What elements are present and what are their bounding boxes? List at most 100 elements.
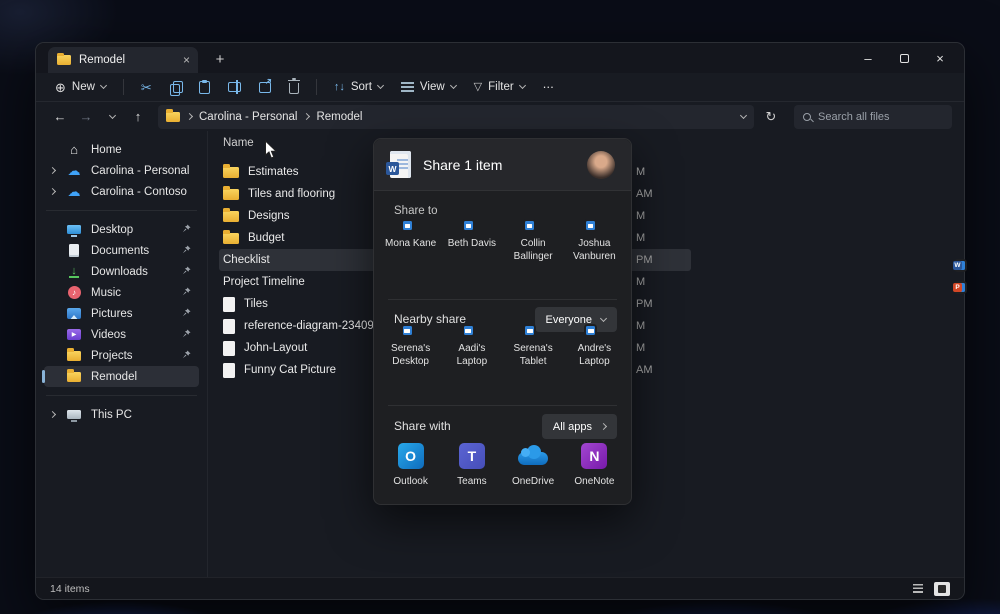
sidebar-item-desktop[interactable]: Desktop — [44, 219, 199, 240]
share-icon — [259, 82, 271, 93]
folder-icon — [223, 233, 239, 244]
share-dialog-header: W Share 1 item — [374, 139, 631, 191]
device-serenas-desktop[interactable]: Serena's Desktop — [380, 336, 441, 368]
view-button-label: View — [420, 81, 445, 93]
filter-button[interactable]: ▽ Filter — [467, 77, 532, 97]
large-icons-view-button[interactable] — [934, 582, 950, 596]
copy-button[interactable] — [163, 77, 188, 98]
sidebar-item-remodel[interactable]: Remodel — [44, 366, 199, 387]
minimize-button[interactable]: – — [850, 43, 886, 73]
documents-icon — [66, 244, 82, 258]
person-joshua-vanburen[interactable]: Joshua Vanburen — [564, 231, 625, 263]
share-to-people: Mona Kane Beth Davis Collin Ballinger Jo… — [380, 231, 625, 263]
sidebar-item-carolina-contoso[interactable]: ☁ Carolina - Contoso — [44, 181, 199, 202]
nearby-share-dropdown[interactable]: Everyone — [535, 307, 617, 332]
pin-icon — [182, 308, 191, 317]
sidebar-item-label: This PC — [91, 409, 132, 421]
folder-icon — [223, 167, 239, 178]
sort-button[interactable]: ↑↓ Sort — [327, 77, 390, 97]
person-collin-ballinger[interactable]: Collin Ballinger — [503, 231, 564, 263]
date-modified-partial: PM — [636, 298, 653, 310]
teams-icon: T — [459, 443, 485, 469]
address-dropdown-icon[interactable] — [740, 111, 747, 118]
music-icon: ♪ — [66, 286, 82, 300]
sidebar-item-downloads[interactable]: ↓ Downloads — [44, 261, 199, 282]
device-serenas-tablet[interactable]: Serena's Tablet — [503, 336, 564, 368]
expand-chevron-icon[interactable] — [49, 188, 56, 195]
maximize-button[interactable] — [886, 43, 922, 73]
pin-icon — [182, 350, 191, 359]
home-icon: ⌂ — [66, 143, 82, 157]
close-button[interactable]: × — [922, 43, 958, 73]
device-andres-laptop[interactable]: Andre's Laptop — [564, 336, 625, 368]
app-teams[interactable]: T Teams — [441, 443, 502, 487]
rename-button[interactable] — [221, 78, 248, 96]
app-name: OneNote — [574, 476, 614, 487]
sort-button-label: Sort — [351, 81, 372, 93]
sidebar-item-home[interactable]: ⌂ Home — [44, 139, 199, 160]
app-onedrive[interactable]: OneDrive — [503, 443, 564, 487]
maximize-icon — [900, 54, 909, 63]
search-box[interactable] — [794, 105, 952, 129]
breadcrumb-root[interactable]: Carolina - Personal — [199, 111, 297, 123]
address-bar[interactable]: Carolina - Personal Remodel — [158, 105, 754, 129]
sidebar-item-this-pc[interactable]: This PC — [44, 404, 199, 425]
date-modified-partial: PM — [636, 254, 653, 266]
file-name: Funny Cat Picture — [244, 364, 336, 376]
sidebar-item-documents[interactable]: Documents — [44, 240, 199, 261]
file-name: Estimates — [248, 166, 299, 178]
expand-chevron-icon[interactable] — [49, 411, 56, 418]
sidebar-item-music[interactable]: ♪ Music — [44, 282, 199, 303]
chevron-right-icon — [186, 113, 193, 120]
device-name: Andre's Laptop — [565, 342, 623, 368]
more-options-button[interactable]: ⋯ — [536, 76, 562, 98]
tab-close-icon[interactable]: × — [183, 53, 190, 67]
view-button[interactable]: View — [394, 77, 463, 97]
all-apps-button[interactable]: All apps — [542, 414, 617, 439]
up-button[interactable]: ↑ — [126, 105, 150, 129]
folder-icon — [66, 349, 82, 363]
share-button[interactable] — [252, 78, 278, 97]
column-header-name[interactable]: Name — [223, 137, 254, 149]
paste-button[interactable] — [192, 77, 217, 98]
presence-badge-icon — [401, 219, 414, 232]
recent-locations-button[interactable] — [100, 105, 124, 129]
breadcrumb-current[interactable]: Remodel — [316, 111, 362, 123]
person-beth-davis[interactable]: Beth Davis — [441, 231, 502, 263]
person-mona-kane[interactable]: Mona Kane — [380, 231, 441, 263]
sidebar-item-videos[interactable]: ▶ Videos — [44, 324, 199, 345]
mouse-cursor — [264, 140, 278, 160]
delete-button[interactable] — [282, 76, 306, 98]
search-input[interactable] — [818, 111, 943, 123]
current-user-avatar[interactable] — [587, 151, 615, 179]
pin-icon — [182, 266, 191, 275]
sidebar-item-projects[interactable]: Projects — [44, 345, 199, 366]
device-aadis-laptop[interactable]: Aadi's Laptop — [441, 336, 502, 368]
device-name: Aadi's Laptop — [443, 342, 501, 368]
file-icon — [223, 297, 235, 312]
app-onenote[interactable]: N OneNote — [564, 443, 625, 487]
tab-remodel[interactable]: Remodel × — [48, 47, 198, 73]
item-count: 14 items — [50, 583, 90, 595]
new-tab-button[interactable]: + — [208, 47, 232, 71]
sidebar-item-carolina-personal[interactable]: ☁ Carolina - Personal — [44, 160, 199, 181]
back-button[interactable]: ← — [48, 105, 72, 129]
cut-button[interactable]: ✂ — [134, 77, 159, 98]
sidebar-item-label: Projects — [91, 350, 133, 362]
sidebar-item-label: Carolina - Personal — [91, 165, 189, 177]
desktop-wallpaper: Remodel × + – × ⊕ New ✂ — [0, 0, 1000, 614]
device-name: Serena's Tablet — [504, 342, 562, 368]
sidebar-item-label: Home — [91, 144, 122, 156]
navigation-pane: ⌂ Home ☁ Carolina - Personal ☁ Carolina … — [36, 131, 208, 577]
sidebar-item-pictures[interactable]: Pictures — [44, 303, 199, 324]
refresh-button[interactable]: ↻ — [758, 105, 784, 129]
folder-icon — [66, 370, 82, 384]
app-outlook[interactable]: O Outlook — [380, 443, 441, 487]
details-view-button[interactable] — [910, 582, 926, 596]
forward-button[interactable]: → — [74, 105, 98, 129]
new-button[interactable]: ⊕ New — [48, 77, 113, 98]
folder-icon — [223, 189, 239, 200]
ellipsis-icon: ⋯ — [543, 80, 555, 94]
expand-chevron-icon[interactable] — [49, 167, 56, 174]
device-name: Serena's Desktop — [382, 342, 440, 368]
